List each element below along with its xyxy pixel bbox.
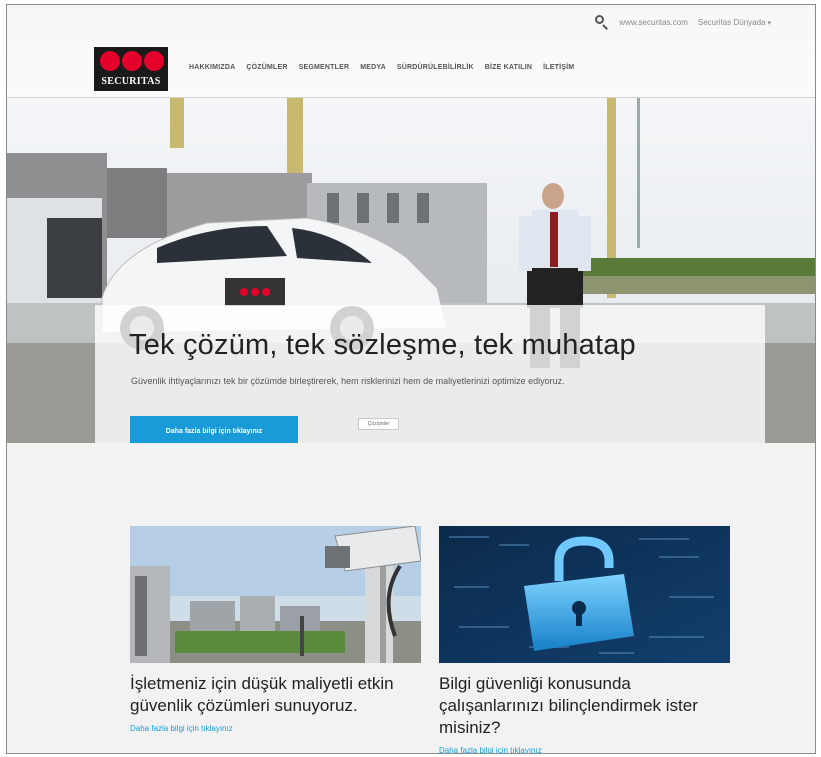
securitas-global-link[interactable]: www.securitas.com: [619, 18, 687, 27]
solutions-button[interactable]: Çözümler: [358, 418, 399, 430]
hero-title: Tek çözüm, tek sözleşme, tek muhatap: [129, 329, 636, 361]
feature-card-cost-effective: İşletmeniz için düşük maliyetli etkin gü…: [130, 526, 421, 733]
card-more-link[interactable]: Daha fazla bilgi için tıklayınız: [130, 724, 421, 733]
chevron-down-icon: ▾: [767, 19, 771, 27]
hero-banner: Tek çözüm, tek sözleşme, tek muhatap Güv…: [7, 98, 815, 443]
securitas-world-dropdown[interactable]: Securitas Dünyada ▾: [698, 18, 771, 27]
browser-frame: www.securitas.com Securitas Dünyada ▾ SEC…: [6, 4, 816, 754]
nav-item-surdurulebilirlik[interactable]: SÜRDÜRÜLEBİLİRLİK: [397, 64, 474, 71]
nav-item-segmentler[interactable]: SEGMENTLER: [299, 64, 350, 71]
card-title: İşletmeniz için düşük maliyetli etkin gü…: [130, 674, 394, 715]
card-image-padlock[interactable]: [439, 526, 730, 663]
card-title: Bilgi güvenliği konusunda çalışanlarınız…: [439, 674, 698, 737]
hero-card: Tek çözüm, tek sözleşme, tek muhatap Güv…: [95, 305, 765, 443]
search-icon[interactable]: [593, 14, 609, 30]
nav-item-medya[interactable]: MEDYA: [360, 64, 386, 71]
securitas-logo[interactable]: SECURITAS: [94, 47, 168, 91]
nav-item-bize-katilin[interactable]: BİZE KATILIN: [485, 64, 532, 71]
site-header: www.securitas.com Securitas Dünyada ▾ SEC…: [7, 5, 815, 98]
utility-bar: www.securitas.com Securitas Dünyada ▾: [593, 14, 771, 30]
nav-item-cozumler[interactable]: ÇÖZÜMLER: [246, 64, 287, 71]
logo-wordmark: SECURITAS: [101, 76, 161, 87]
hero-subtitle: Güvenlik ihtiyaçlarınızı tek bir çözümde…: [131, 376, 565, 386]
nav-item-hakkimizda[interactable]: HAKKIMIZDA: [189, 64, 235, 71]
feature-card-info-security: Bilgi güvenliği konusunda çalışanlarınız…: [439, 526, 730, 753]
main-nav: HAKKIMIZDA ÇÖZÜMLER SEGMENTLER MEDYA SÜR…: [189, 64, 574, 71]
card-image-surveillance[interactable]: [130, 526, 421, 663]
hero-cta-button[interactable]: Daha fazla bilgi için tıklayınız: [130, 416, 298, 443]
card-more-link[interactable]: Daha fazla bilgi için tıklayınız: [439, 746, 730, 753]
nav-item-iletisim[interactable]: İLETİŞİM: [543, 64, 574, 71]
